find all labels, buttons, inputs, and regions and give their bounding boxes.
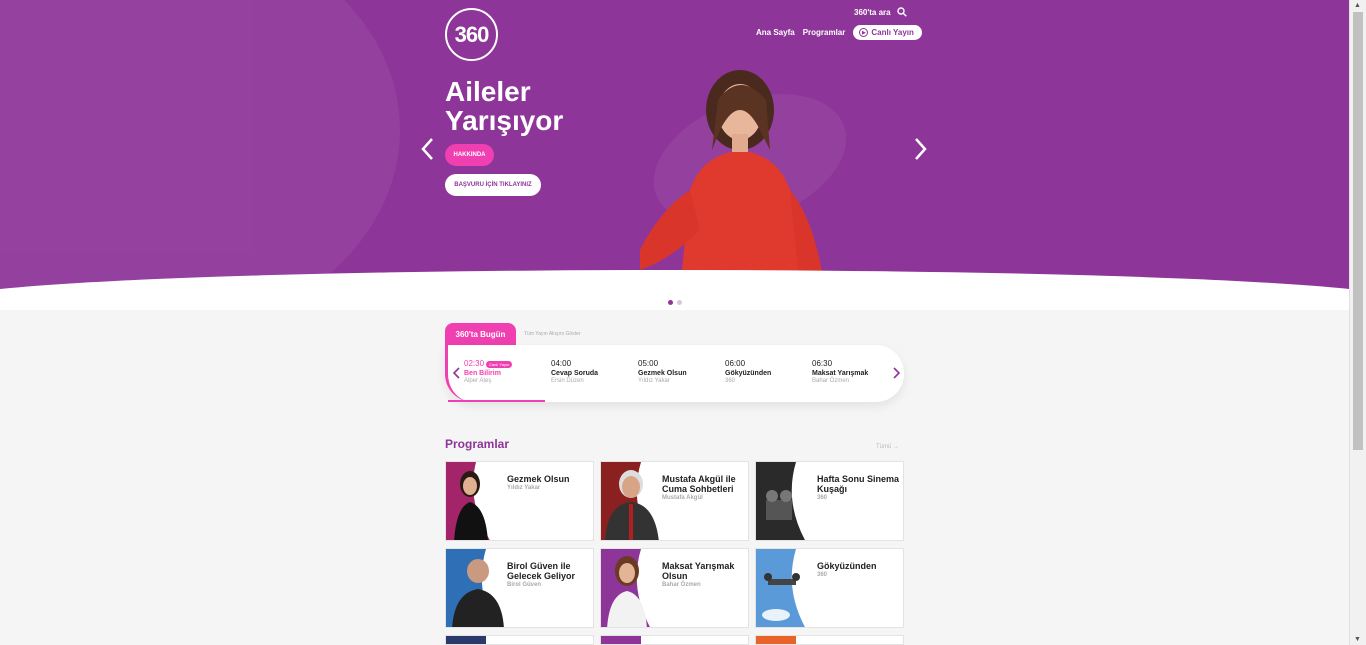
apply-button[interactable]: BAŞVURU İÇİN TIKLAYINIZ [445, 174, 541, 196]
live-stream-button[interactable]: ▶ Canlı Yayın [853, 25, 922, 40]
schedule-item[interactable]: 05:00 Gezmek Olsun Yıldız Yakar [638, 359, 687, 384]
program-card[interactable]: Gökyüzünden 360 [755, 548, 904, 628]
site-logo[interactable]: 360 [445, 8, 498, 61]
program-title: Gökyüzünden [817, 561, 877, 571]
host-photo [640, 70, 825, 290]
search-label: 360'ta ara [854, 7, 891, 17]
program-card[interactable]: Mustafa Akgül ile Cuma Sohbetleri Mustaf… [600, 461, 749, 541]
program-card[interactable] [755, 635, 904, 645]
scroll-up-icon[interactable]: ▲ [1354, 2, 1361, 9]
schedule-prev-button[interactable] [452, 366, 462, 379]
schedule-strip: 02:30 Canlı Yayın Ben Bilirim Alper Ateş … [445, 345, 904, 402]
search-icon [896, 7, 907, 17]
hero-decoration [0, 0, 400, 310]
program-host: 360 [817, 572, 828, 578]
chevron-right-icon [893, 367, 901, 379]
hero-prev-arrow[interactable] [418, 135, 438, 163]
carousel-dot[interactable] [677, 300, 682, 305]
programs-all-link[interactable]: Tümü → [876, 444, 899, 450]
hero-title: Aileler Yarışıyor [445, 76, 564, 136]
programs-heading: Programlar [445, 437, 510, 451]
program-card[interactable]: Gezmek Olsun Yıldız Yakar [445, 461, 594, 541]
program-thumbnail [756, 549, 818, 627]
scroll-down-icon[interactable]: ▼ [1354, 636, 1361, 643]
program-thumbnail [756, 636, 796, 644]
program-host: 360 [817, 495, 828, 501]
program-card[interactable]: Maksat Yarışmak Olsun Bahar Özmen [600, 548, 749, 628]
chevron-left-icon [421, 138, 433, 160]
scroll-thumb[interactable] [1353, 12, 1363, 450]
hero-banner: 360 360'ta ara Ana Sayfa Programlar ▶ Ca… [0, 0, 1349, 310]
schedule-tab[interactable]: 360'ta Bugün [445, 323, 516, 345]
program-card[interactable]: Birol Güven ile Gelecek Geliyor Birol Gü… [445, 548, 594, 628]
program-host: Bahar Özmen [662, 582, 701, 588]
program-host: Mustafa Akgül [662, 495, 703, 501]
about-button[interactable]: HAKKINDA [445, 144, 494, 166]
program-thumbnail [446, 462, 508, 540]
chevron-left-icon [452, 367, 460, 379]
program-title: Mustafa Akgül ile Cuma Sohbetleri [662, 474, 736, 494]
live-stream-label: Canlı Yayın [871, 28, 914, 37]
program-title: Maksat Yarışmak Olsun [662, 561, 735, 581]
program-thumbnail [756, 462, 818, 540]
program-thumbnail [601, 462, 663, 540]
program-title: Birol Güven ile Gelecek Geliyor [507, 561, 576, 581]
full-schedule-link[interactable]: Tüm Yayın Akışını Göster [524, 331, 581, 337]
schedule-item[interactable]: 02:30 Canlı Yayın Ben Bilirim Alper Ateş [464, 359, 513, 384]
program-thumbnail [601, 549, 663, 627]
program-card[interactable]: Hafta Sonu Sinema Kuşağı 360 [755, 461, 904, 541]
chevron-right-icon [915, 138, 927, 160]
hero-next-arrow[interactable] [910, 135, 930, 163]
nav-programs[interactable]: Programlar [803, 28, 846, 37]
program-host: Birol Güven [507, 582, 542, 588]
schedule-item[interactable]: 06:30 Maksat Yarışmak Bahar Özmen [812, 359, 868, 384]
page-scrollbar[interactable]: ▲ ▼ [1349, 0, 1366, 645]
program-thumbnail [601, 636, 641, 644]
program-host: Yıldız Yakar [507, 485, 541, 491]
current-show-progress [448, 400, 545, 402]
nav-home[interactable]: Ana Sayfa [756, 28, 795, 37]
carousel-dot[interactable] [668, 300, 673, 305]
program-title: Hafta Sonu Sinema Kuşağı [817, 474, 900, 494]
schedule-item[interactable]: 06:00 Gökyüzünden 360 [725, 359, 771, 384]
main-nav: Ana Sayfa Programlar ▶ Canlı Yayın [756, 25, 922, 40]
live-badge: Canlı Yayın [486, 360, 513, 368]
carousel-dots [668, 300, 682, 305]
program-thumbnail [446, 549, 508, 627]
program-card[interactable] [445, 635, 594, 645]
search-link[interactable]: 360'ta ara [854, 7, 907, 17]
play-icon: ▶ [859, 28, 869, 37]
program-title: Gezmek Olsun [507, 474, 570, 484]
schedule-next-button[interactable] [891, 366, 901, 379]
schedule-item[interactable]: 04:00 Cevap Soruda Ersin Düzen [551, 359, 598, 384]
program-card[interactable] [600, 635, 749, 645]
program-thumbnail [446, 636, 486, 644]
